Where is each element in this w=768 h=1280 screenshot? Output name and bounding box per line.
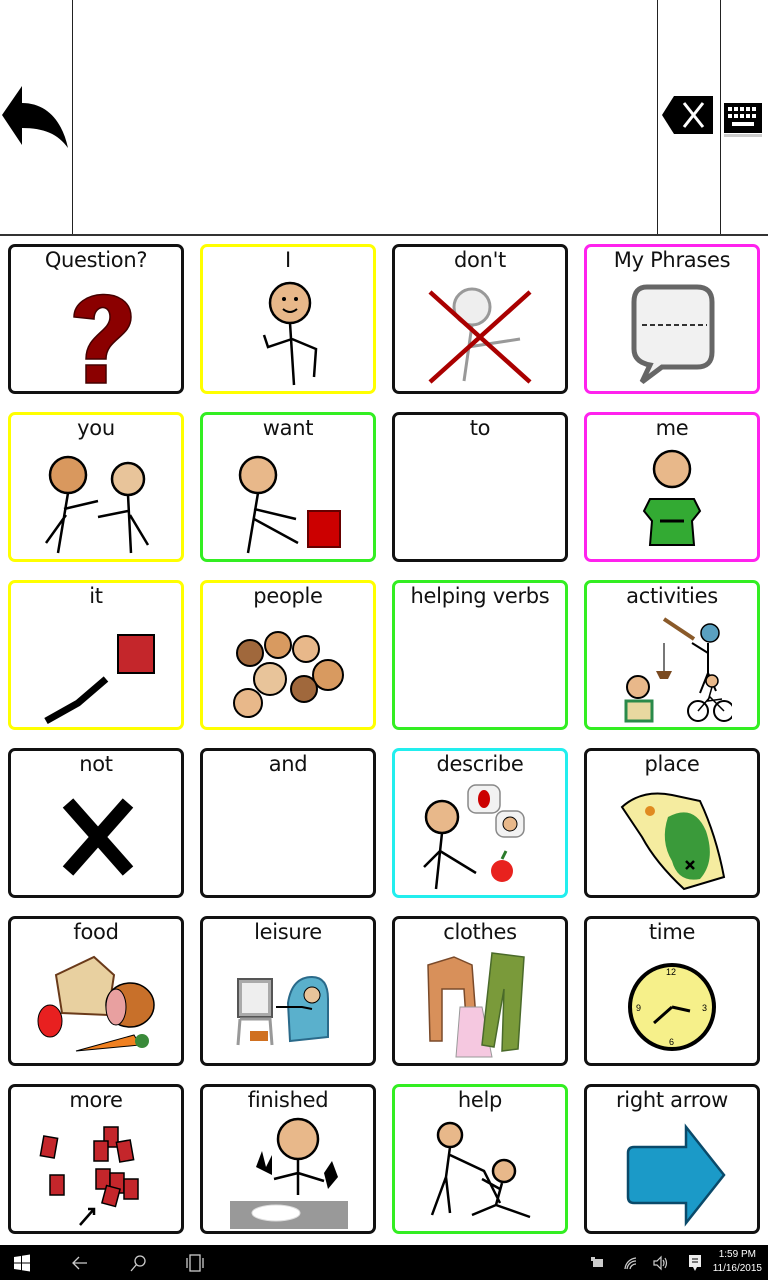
message-window[interactable] [73,0,657,234]
symbol-label: don't [454,248,506,272]
symbol-button-time[interactable]: time 12 3 6 9 [584,916,760,1066]
action-center-icon[interactable] [688,1253,702,1273]
symbol-label: I [285,248,291,272]
symbol-button-you[interactable]: you [8,412,184,562]
clear-button[interactable] [657,0,721,234]
symbol-button-place[interactable]: place [584,748,760,898]
wifi-icon[interactable] [622,1253,638,1273]
person-reaching-box-icon [238,455,341,554]
speech-bubble-icon [631,284,715,384]
tablet-mode-icon[interactable] [590,1253,606,1273]
symbol-button-it[interactable]: it [8,580,184,730]
symbol-button-me[interactable]: me [584,412,760,562]
symbol-label: time [648,920,696,944]
food-icon [37,955,155,1052]
right-arrow-icon [626,1123,726,1227]
symbol-button-people[interactable]: people [200,580,376,730]
tv-armchair-icon [236,975,329,1046]
volume-icon[interactable] [652,1253,670,1273]
backspace-clear-icon [662,96,713,134]
svg-text:3: 3 [702,1003,707,1013]
symbol-button-activities[interactable]: activities [584,580,760,730]
symbol-label: Question? [44,248,148,272]
symbol-button-food[interactable]: food [8,916,184,1066]
symbol-button-right-arrow[interactable]: right arrow [584,1084,760,1234]
symbol-button-finished[interactable]: finished [200,1084,376,1234]
symbol-label: describe [436,752,524,776]
symbol-button-don-t[interactable]: don't [392,244,568,394]
taskbar: 1:59 PM 11/16/2015 [0,1245,768,1280]
person-pointing-self-icon [642,449,702,546]
symbol-label: and [268,752,308,776]
task-view-icon[interactable] [185,1253,205,1273]
person-describing-icon [423,784,525,890]
symbol-button-not[interactable]: not [8,748,184,898]
symbol-label: want [262,416,314,440]
symbol-button-describe[interactable]: describe [392,748,568,898]
symbol-button-i[interactable]: I [200,244,376,394]
symbol-label: helping verbs [410,584,550,608]
symbol-label: me [655,416,689,440]
symbol-grid: Question? Idon't My Phrases you want to me it pe… [0,236,768,1244]
symbol-button-more[interactable]: more [8,1084,184,1234]
keyboard-icon [724,103,762,137]
symbol-label: more [69,1088,123,1112]
symbol-button-to[interactable]: to [392,412,568,562]
back-button[interactable] [0,0,73,234]
undo-arrow-icon [2,86,68,148]
crossed-out-person-icon [428,287,532,384]
symbol-button-and[interactable]: and [200,748,376,898]
keyboard-button[interactable] [720,0,768,234]
back-icon[interactable] [70,1253,90,1273]
symbol-label: food [73,920,119,944]
symbol-button-help[interactable]: help [392,1084,568,1234]
symbol-label: leisure [254,920,322,944]
more-squares-icon [39,1126,139,1226]
search-icon[interactable] [128,1253,148,1273]
symbol-label: clothes [443,920,517,944]
self-pointing-person-icon [262,281,318,386]
group-of-faces-icon [233,631,344,718]
symbol-label: to [469,416,491,440]
svg-text:6: 6 [669,1037,674,1047]
symbol-button-clothes[interactable]: clothes [392,916,568,1066]
question-mark-icon [73,293,132,384]
windows-start-icon[interactable] [12,1253,32,1273]
symbol-label: My Phrases [613,248,731,272]
finished-eating-icon [230,1117,348,1229]
symbol-label: people [253,584,323,608]
symbol-label: not [79,752,113,776]
activities-icon [624,617,732,723]
clock-time: 1:59 PM [718,1249,756,1260]
symbol-label: place [644,752,700,776]
pointing-at-square-icon [44,634,155,725]
svg-text:9: 9 [636,1003,641,1013]
symbol-label: finished [247,1088,329,1112]
symbol-button-question[interactable]: Question? [8,244,184,394]
person-pointing-at-other-icon [44,455,150,554]
symbol-label: help [457,1088,503,1112]
symbol-button-helping-verbs[interactable]: helping verbs [392,580,568,730]
symbol-button-leisure[interactable]: leisure [200,916,376,1066]
message-bar [0,0,768,236]
svg-text:12: 12 [666,967,676,977]
x-mark-icon [62,798,134,876]
symbol-label: activities [626,584,718,608]
treasure-map-icon [620,792,726,891]
symbol-button-want[interactable]: want [200,412,376,562]
system-clock[interactable]: 1:59 PM 11/16/2015 [713,1248,762,1276]
clock-icon: 12 3 6 9 [628,963,716,1051]
clothes-icon [427,952,525,1058]
symbol-button-my-phrases[interactable]: My Phrases [584,244,760,394]
symbol-label: you [77,416,115,440]
symbol-label: it [89,584,103,608]
person-helping-icon [430,1121,531,1219]
symbol-label: right arrow [615,1088,729,1112]
clock-date: 11/16/2015 [712,1263,762,1274]
